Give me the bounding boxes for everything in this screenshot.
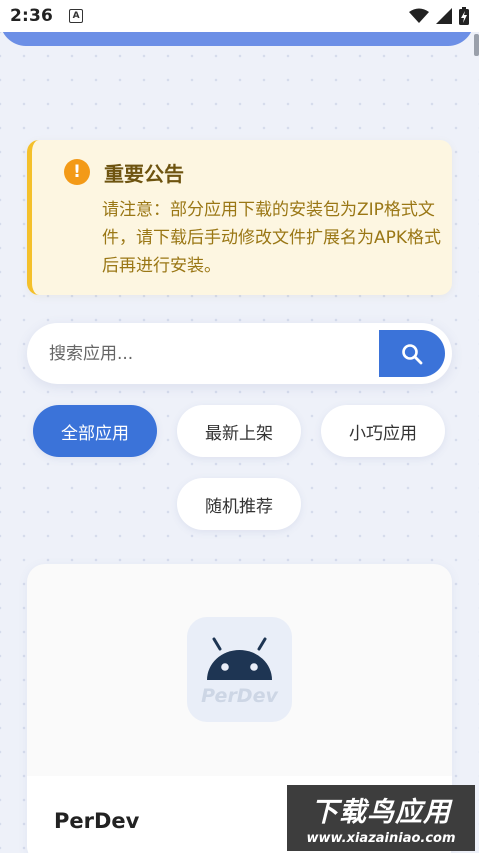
search-icon [402,343,423,364]
battery-charging-icon [459,7,469,25]
exclamation-icon: ! [64,159,90,185]
notice-body: 请注意：部分应用下载的安装包为ZIP格式文件，请下载后手动修改文件扩展名为APK… [102,200,442,276]
filter-all-apps[interactable]: 全部应用 [33,405,157,457]
filter-newest[interactable]: 最新上架 [177,405,301,457]
notice-card: ! 重要公告 请注意：部分应用下载的安装包为ZIP格式文件，请下载后手动修改文件… [27,140,452,295]
app-icon-text: PerDev [201,685,278,707]
status-time: 2:36 [10,6,54,26]
status-bar: 2:36 A [0,0,479,32]
app-name: PerDev [54,809,140,833]
watermark-logo: 下载鸟应用 www.xiazainiao.com [287,785,475,851]
status-icons [409,7,469,25]
search-bar [27,323,452,384]
scrollbar-thumb[interactable] [474,34,479,56]
watermark-title: 下载鸟应用 [311,797,451,828]
android-icon: PerDev [201,637,278,707]
notice-title: 重要公告 [104,162,184,186]
signal-icon [436,8,452,24]
search-input[interactable] [49,323,369,384]
wifi-icon [409,8,429,23]
app-icon: PerDev [187,617,292,722]
search-button[interactable] [379,330,445,377]
notification-icon: A [69,9,84,23]
filter-random[interactable]: 随机推荐 [177,478,301,530]
filter-small-apps[interactable]: 小巧应用 [321,405,445,457]
watermark-url: www.xiazainiao.com [306,831,456,846]
